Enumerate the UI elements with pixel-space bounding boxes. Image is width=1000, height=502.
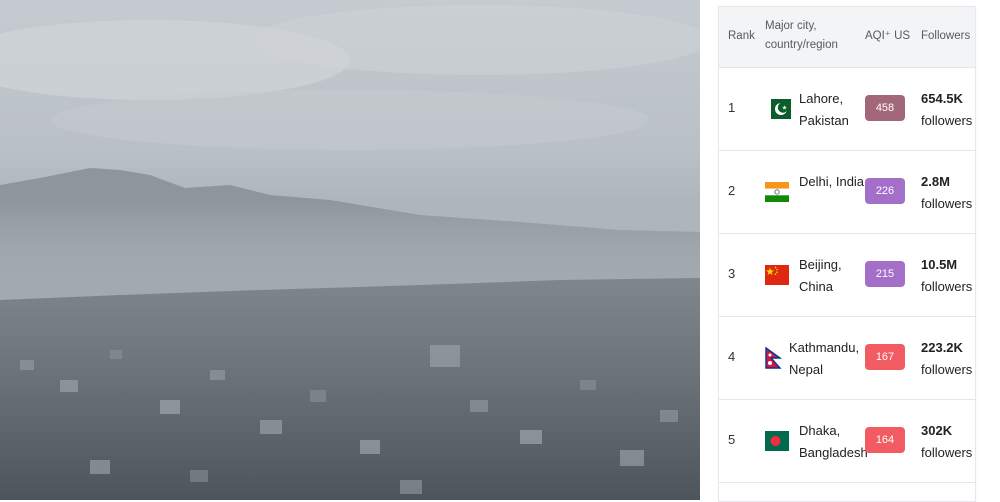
followers-count: 2.8M followers [921, 171, 972, 215]
followers-label: followers [921, 279, 973, 294]
table-header: Rank Major city, country/region AQI⁺ US … [719, 7, 975, 68]
nepal-flag-icon [765, 347, 782, 369]
header-city: Major city, country/region [765, 20, 838, 51]
table-row[interactable]: 2 Delhi, India 226 2.8M followers [719, 151, 975, 234]
followers-number: 2.8M [921, 174, 950, 189]
followers-count: 10.5M followers [921, 254, 972, 298]
city-name[interactable]: Beijing, China [799, 254, 869, 298]
rank-value: 2 [728, 183, 736, 198]
aqi-badge: 458 [865, 95, 905, 121]
followers-number: 10.5M [921, 257, 958, 272]
china-flag-icon [765, 265, 789, 285]
followers-number: 654.5K [921, 91, 963, 106]
aqi-badge: 164 [865, 427, 905, 453]
table-row[interactable]: 3 Beijing, China 215 10.5M followers [719, 234, 975, 317]
followers-count: 302K followers [921, 420, 972, 464]
table-row[interactable]: 4 Kathmandu, Nepal 167 223.2K followers [719, 317, 975, 400]
rank-value: 3 [728, 266, 736, 281]
rank-value: 1 [728, 100, 736, 115]
hazy-city-photo [0, 0, 700, 500]
aqi-badge: 167 [865, 344, 905, 370]
aqi-ranking-table: Rank Major city, country/region AQI⁺ US … [718, 6, 976, 502]
followers-label: followers [921, 362, 973, 377]
bangladesh-flag-icon [765, 431, 789, 451]
followers-label: followers [921, 445, 973, 460]
city-name[interactable]: Dhaka, Bangladesh [799, 420, 875, 464]
followers-label: followers [921, 196, 973, 211]
followers-count: 223.2K followers [921, 337, 972, 381]
aqi-badge: 226 [865, 178, 905, 204]
followers-number: 302K [921, 423, 953, 438]
header-rank: Rank [728, 30, 755, 42]
followers-label: followers [921, 113, 973, 128]
table-row[interactable]: 5 Dhaka, Bangladesh 164 302K followers [719, 400, 975, 483]
rank-value: 4 [728, 349, 736, 364]
header-followers: Followers [921, 30, 971, 42]
table-row[interactable]: 1 Lahore, Pakistan 458 654.5K followers [719, 68, 975, 151]
rank-value: 5 [728, 432, 736, 447]
pakistan-flag-icon [767, 99, 791, 119]
header-aqi: AQI⁺ US [865, 30, 911, 42]
india-flag-icon [765, 182, 789, 202]
city-name[interactable]: Lahore, Pakistan [799, 88, 869, 132]
city-name[interactable]: Delhi, India [799, 171, 869, 193]
aqi-badge: 215 [865, 261, 905, 287]
city-name[interactable]: Kathmandu, Nepal [789, 337, 873, 381]
followers-number: 223.2K [921, 340, 963, 355]
followers-count: 654.5K followers [921, 88, 972, 132]
